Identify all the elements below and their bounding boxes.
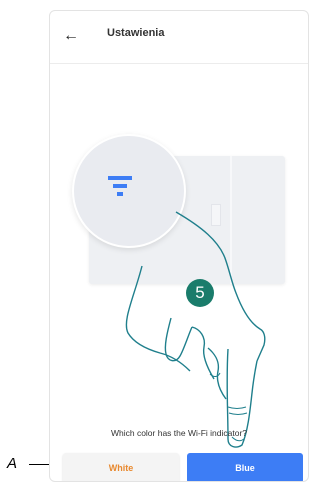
blue-button[interactable]: Blue — [187, 453, 303, 481]
callout-label-a: A — [7, 455, 18, 472]
phone-screen: ← Ustawienia 5 Which color has the Wi-Fi… — [49, 10, 309, 482]
step-badge: 5 — [186, 279, 214, 307]
hand-illustration — [125, 211, 266, 448]
white-button[interactable]: White — [63, 453, 179, 481]
question-text: Which color has the Wi-Fi indicator? — [110, 428, 248, 438]
